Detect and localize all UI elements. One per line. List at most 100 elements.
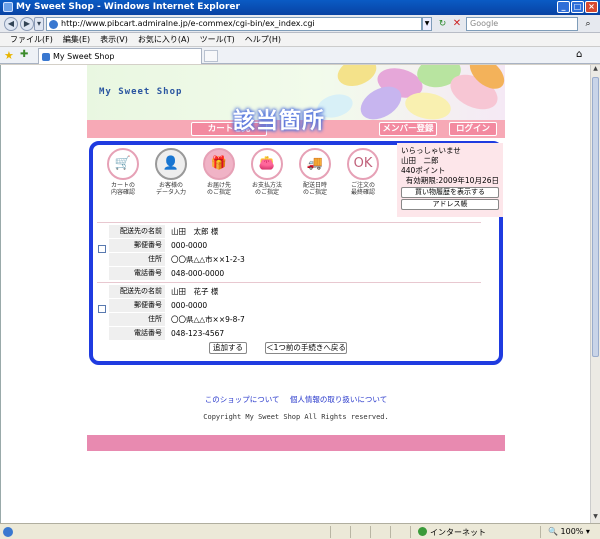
scroll-thumb[interactable] <box>592 77 599 357</box>
back-arrow-icon[interactable]: ◀ <box>4 17 18 31</box>
tab-page-icon <box>42 53 50 61</box>
user-panel: いらっしゃいませ 山田 二郎 440ポイント 有効期限:2009年10月26日 … <box>397 143 503 217</box>
purchase-history-button[interactable]: 買い物履歴を表示する <box>401 187 499 198</box>
address-row-address: 住所 〇〇県△△市××1-2-3 <box>109 253 481 266</box>
zip-code: 000-0000 <box>171 241 208 250</box>
maximize-button[interactable]: □ <box>571 1 584 13</box>
refresh-icon[interactable]: ↻ <box>436 17 449 31</box>
window-title: My Sweet Shop - Windows Internet Explore… <box>16 2 240 12</box>
field-label: 郵便番号 <box>109 299 165 312</box>
field-label: 配送先の名前 <box>109 285 165 298</box>
wallet-icon: 👛 <box>251 148 283 180</box>
member-register-button[interactable]: メンバー登録 <box>379 122 437 136</box>
add-address-button[interactable]: 追加する <box>209 342 247 354</box>
recipient-name: 山田 太郎 様 <box>171 227 219 236</box>
copyright: Copyright My Sweet Shop All Rights reser… <box>203 413 389 421</box>
address-list: 配送先の名前 山田 太郎 様 郵便番号 000-0000 住所 〇〇県△△市××… <box>97 222 481 342</box>
points-expiry: 有効期限:2009年10月26日 <box>405 176 499 185</box>
step-payment: 👛 お支払方法 のご指定 <box>245 148 289 196</box>
step-label: ご注文の <box>350 182 375 189</box>
scroll-up-icon[interactable]: ▲ <box>591 65 600 75</box>
user-greeting: いらっしゃいませ <box>401 146 461 155</box>
ok-icon: OK <box>347 148 379 180</box>
user-points: 440ポイント <box>401 166 446 175</box>
step-label: 配送日時 <box>302 182 327 189</box>
address-item: 配送先の名前 山田 太郎 様 郵便番号 000-0000 住所 〇〇県△△市××… <box>97 222 481 280</box>
ie-icon <box>3 2 13 12</box>
zoom-icon: 🔍 <box>548 527 558 536</box>
add-favorite-icon[interactable]: ✚ <box>20 49 28 60</box>
vertical-scrollbar[interactable]: ▲ ▼ <box>590 65 600 523</box>
step-label: のご指定 <box>302 189 327 196</box>
address-row: ◀ ▶ ▾ http://www.pibcart.admiralne.jp/e-… <box>0 15 600 33</box>
menu-bar: ファイル(F) 編集(E) 表示(V) お気に入り(A) ツール(T) ヘルプ(… <box>0 33 600 47</box>
home-icon[interactable]: ⌂ <box>576 49 582 60</box>
street-address: 〇〇県△△市××1-2-3 <box>171 255 245 264</box>
stop-icon[interactable]: ✕ <box>451 17 463 31</box>
phone-number: 048-000-0000 <box>171 269 225 278</box>
login-button[interactable]: ログイン <box>449 122 497 136</box>
about-shop-link[interactable]: このショップについて <box>205 395 280 404</box>
address-row-zip: 郵便番号 000-0000 <box>109 239 481 252</box>
close-button[interactable]: × <box>585 1 598 13</box>
address-checkbox[interactable] <box>98 305 106 313</box>
scroll-down-icon[interactable]: ▼ <box>591 513 600 523</box>
step-cart-confirm: 🛒 カートの 内容確認 <box>101 148 145 196</box>
forward-arrow-icon[interactable]: ▶ <box>20 17 34 31</box>
step-label: のご指定 <box>254 189 279 196</box>
field-label: 電話番号 <box>109 327 165 340</box>
tab-label: My Sweet Shop <box>53 52 115 61</box>
search-placeholder: Google <box>470 19 499 28</box>
step-label: お支払方法 <box>251 182 282 189</box>
back-step-button[interactable]: ＜1つ前の手続きへ戻る <box>265 342 347 354</box>
address-row-name: 配送先の名前 山田 花子 様 <box>109 285 481 298</box>
annotation-caption: 該当箇所 <box>233 109 326 134</box>
new-tab-button[interactable] <box>204 50 218 62</box>
address-row-phone: 電話番号 048-123-4567 <box>109 327 481 340</box>
menu-tools[interactable]: ツール(T) <box>200 33 235 46</box>
zone-label: インターネット <box>430 528 486 537</box>
zoom-control[interactable]: 🔍 100% ▾ <box>548 527 590 536</box>
tab-bar: ★ ✚ My Sweet Shop ⌂ <box>0 47 600 64</box>
menu-help[interactable]: ヘルプ(H) <box>245 33 281 46</box>
footer-band <box>87 435 505 451</box>
recipient-name: 山田 花子 様 <box>171 287 219 296</box>
step-delivery-address: 🎁 お届け先 のご指定 <box>197 148 241 196</box>
field-label: 郵便番号 <box>109 239 165 252</box>
minimize-button[interactable]: _ <box>557 1 570 13</box>
shop-title: My Sweet Shop <box>99 87 183 97</box>
field-label: 配送先の名前 <box>109 225 165 238</box>
cart-icon: 🛒 <box>107 148 139 180</box>
url-dropdown-icon[interactable]: ▼ <box>422 17 432 31</box>
tab-my-sweet-shop[interactable]: My Sweet Shop <box>38 48 202 64</box>
field-label: 住所 <box>109 253 165 266</box>
address-item: 配送先の名前 山田 花子 様 郵便番号 000-0000 住所 〇〇県△△市××… <box>97 282 481 340</box>
user-icon: 👤 <box>155 148 187 180</box>
menu-file[interactable]: ファイル(F) <box>10 33 53 46</box>
search-input[interactable]: Google <box>466 17 578 31</box>
window-controls: _ □ × <box>557 1 598 13</box>
url-input[interactable]: http://www.pibcart.admiralne.jp/e-commex… <box>46 17 422 31</box>
step-label: データ入力 <box>155 189 186 196</box>
footer-links: このショップについて 個人情報の取り扱いについて <box>87 394 505 405</box>
security-zone: インターネット <box>418 527 486 538</box>
address-book-button[interactable]: アドレス帳 <box>401 199 499 210</box>
zoom-level: 100% <box>560 527 584 536</box>
menu-favorites[interactable]: お気に入り(A) <box>138 33 190 46</box>
step-label: お届け先 <box>206 182 231 189</box>
page-viewport: My Sweet Shop カートを見 メンバー登録 ログイン 該当箇所 🛒 カ… <box>0 65 590 523</box>
url-text: http://www.pibcart.admiralne.jp/e-commex… <box>61 19 315 28</box>
history-dropdown-icon[interactable]: ▾ <box>34 17 44 31</box>
address-row-zip: 郵便番号 000-0000 <box>109 299 481 312</box>
address-checkbox[interactable] <box>98 245 106 253</box>
favorites-star-icon[interactable]: ★ <box>4 49 14 62</box>
address-row-phone: 電話番号 048-000-0000 <box>109 267 481 280</box>
page-icon <box>49 20 58 29</box>
menu-view[interactable]: 表示(V) <box>100 33 128 46</box>
privacy-link[interactable]: 個人情報の取り扱いについて <box>290 395 387 404</box>
shop-page: My Sweet Shop カートを見 メンバー登録 ログイン 該当箇所 🛒 カ… <box>87 65 505 523</box>
menu-edit[interactable]: 編集(E) <box>63 33 90 46</box>
field-label: 住所 <box>109 313 165 326</box>
address-row-address: 住所 〇〇県△△市××9-8-7 <box>109 313 481 326</box>
search-icon[interactable]: ⌕ <box>580 17 596 31</box>
